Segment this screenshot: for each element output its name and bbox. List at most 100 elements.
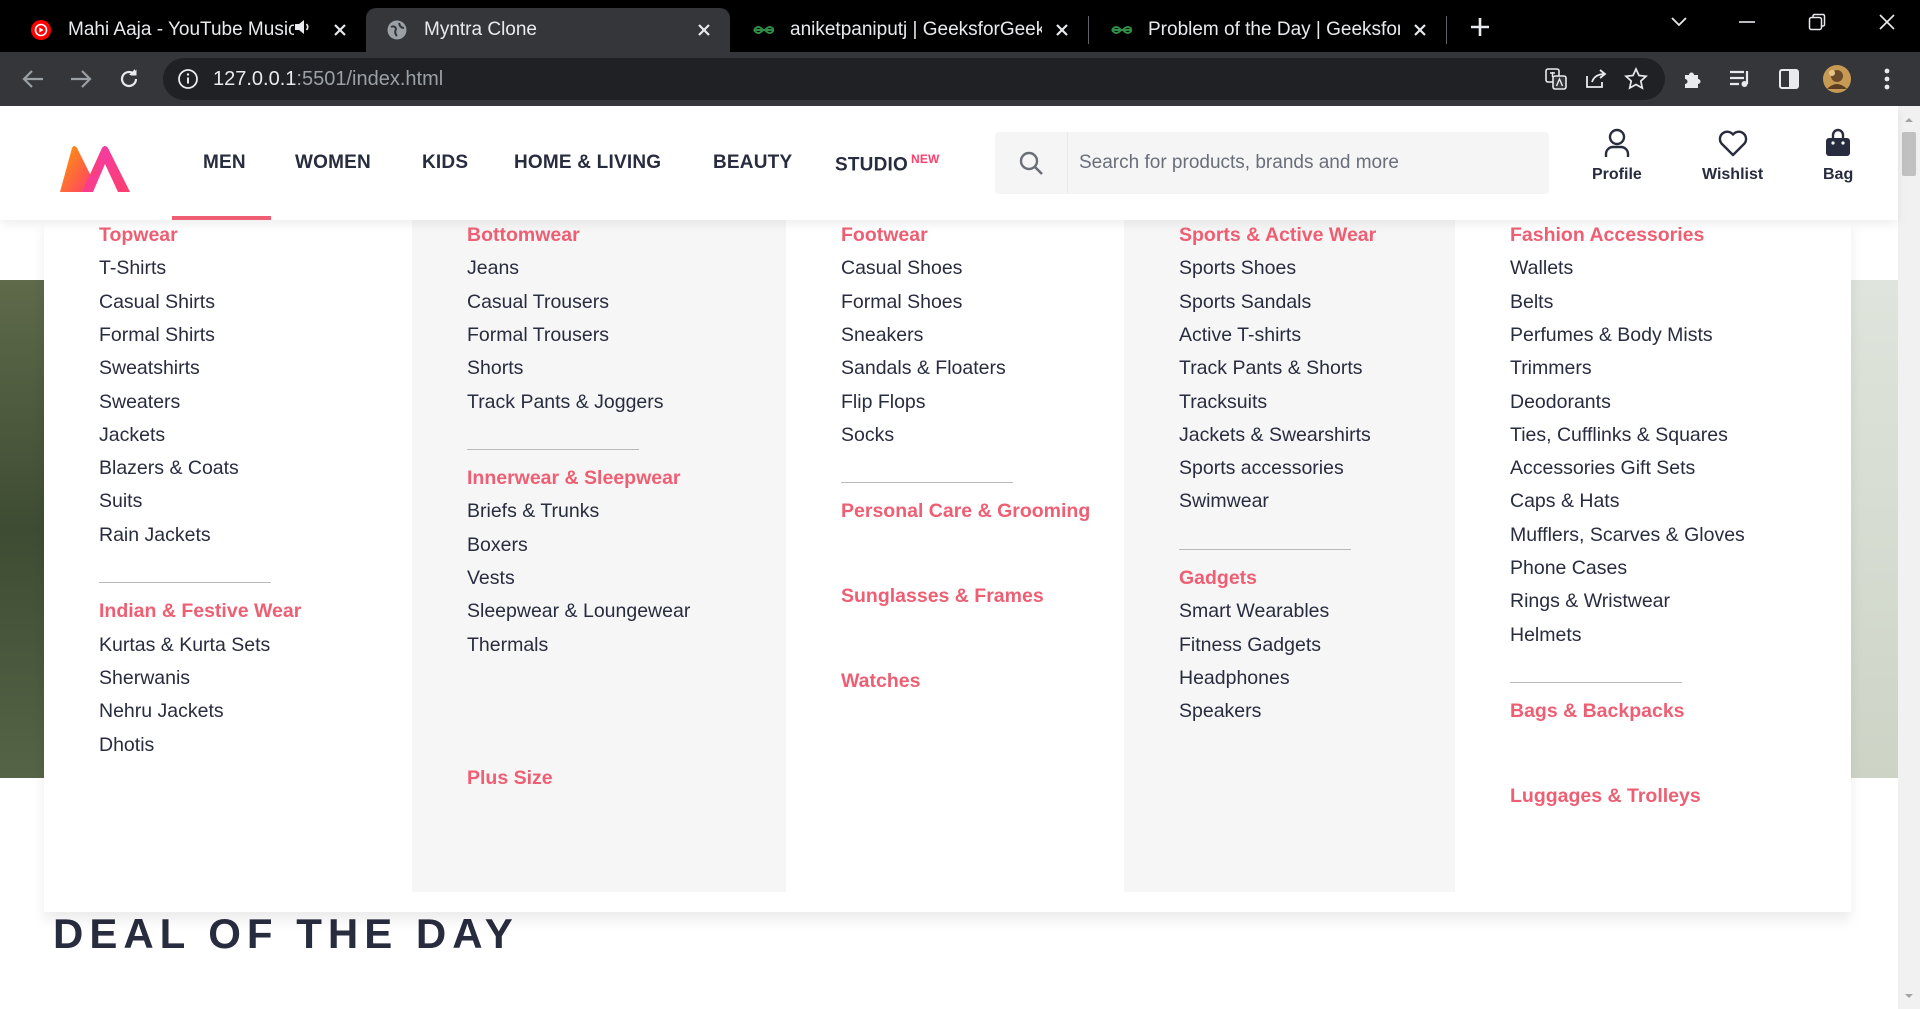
menu-item[interactable]: Trimmers: [1510, 357, 1592, 380]
menu-item[interactable]: Casual Trousers: [467, 291, 609, 314]
bookmark-star-icon[interactable]: [1621, 64, 1651, 94]
menu-item[interactable]: Sports Sandals: [1179, 291, 1311, 314]
address-bar[interactable]: 127.0.0.1:5501/index.html: [163, 58, 1665, 100]
menu-category-heading[interactable]: Footwear: [841, 224, 928, 247]
menu-item[interactable]: Track Pants & Shorts: [1179, 357, 1363, 380]
menu-item[interactable]: Casual Shirts: [99, 291, 215, 314]
search-bar[interactable]: Search for products, brands and more: [995, 132, 1549, 194]
menu-item[interactable]: Track Pants & Joggers: [467, 391, 664, 414]
menu-item[interactable]: Formal Shoes: [841, 291, 962, 314]
menu-item[interactable]: Briefs & Trunks: [467, 500, 599, 523]
reload-icon[interactable]: [112, 62, 146, 96]
menu-category-heading[interactable]: Sunglasses & Frames: [841, 585, 1044, 608]
browser-tab[interactable]: Mahi Aaja - YouTube Music: [10, 8, 366, 52]
menu-item[interactable]: T-Shirts: [99, 257, 166, 280]
search-input[interactable]: Search for products, brands and more: [1079, 152, 1399, 174]
menu-item[interactable]: Sneakers: [841, 324, 923, 347]
menu-item[interactable]: Sports accessories: [1179, 457, 1344, 480]
page-scrollbar[interactable]: [1898, 106, 1920, 1009]
menu-item[interactable]: Formal Trousers: [467, 324, 609, 347]
menu-item[interactable]: Sandals & Floaters: [841, 357, 1006, 380]
menu-category-heading[interactable]: Plus Size: [467, 767, 553, 790]
menu-item[interactable]: Shorts: [467, 357, 523, 380]
menu-category-heading[interactable]: Bags & Backpacks: [1510, 700, 1685, 723]
menu-item[interactable]: Sweaters: [99, 391, 180, 414]
menu-item[interactable]: Caps & Hats: [1510, 490, 1619, 513]
close-tab-icon[interactable]: [1050, 18, 1074, 42]
translate-icon[interactable]: [1541, 64, 1571, 94]
menu-item[interactable]: Socks: [841, 424, 894, 447]
menu-item[interactable]: Deodorants: [1510, 391, 1611, 414]
menu-category-heading[interactable]: Gadgets: [1179, 567, 1257, 590]
menu-item[interactable]: Dhotis: [99, 734, 154, 757]
back-arrow-icon[interactable]: [16, 62, 50, 96]
menu-item[interactable]: Sports Shoes: [1179, 257, 1296, 280]
menu-item[interactable]: Fitness Gadgets: [1179, 634, 1321, 657]
restore-icon[interactable]: [1790, 0, 1844, 44]
wishlist-button[interactable]: Wishlist: [1702, 128, 1763, 184]
menu-item[interactable]: Thermals: [467, 634, 548, 657]
menu-item[interactable]: Perfumes & Body Mists: [1510, 324, 1713, 347]
media-queue-icon[interactable]: [1726, 64, 1756, 94]
bag-button[interactable]: Bag: [1823, 128, 1853, 184]
menu-item[interactable]: Suits: [99, 490, 142, 513]
menu-category-heading[interactable]: Innerwear & Sleepwear: [467, 467, 681, 490]
profile-button[interactable]: Profile: [1592, 128, 1642, 184]
share-icon[interactable]: [1581, 64, 1611, 94]
menu-item[interactable]: Sleepwear & Loungewear: [467, 600, 690, 623]
menu-item[interactable]: Vests: [467, 567, 515, 590]
minimize-icon[interactable]: [1720, 0, 1774, 44]
menu-item[interactable]: Wallets: [1510, 257, 1573, 280]
menu-item[interactable]: Belts: [1510, 291, 1553, 314]
menu-item[interactable]: Active T-shirts: [1179, 324, 1301, 347]
menu-item[interactable]: Sweatshirts: [99, 357, 200, 380]
menu-category-heading[interactable]: Sports & Active Wear: [1179, 224, 1376, 247]
more-menu-icon[interactable]: [1872, 64, 1902, 94]
menu-item[interactable]: Helmets: [1510, 624, 1582, 647]
menu-item[interactable]: Phone Cases: [1510, 557, 1627, 580]
menu-item[interactable]: Ties, Cufflinks & Squares: [1510, 424, 1728, 447]
menu-item[interactable]: Casual Shoes: [841, 257, 962, 280]
browser-tab[interactable]: aniketpaniputj | GeeksforGeeks P: [732, 8, 1088, 52]
menu-item[interactable]: Formal Shirts: [99, 324, 215, 347]
scroll-down-arrow-icon[interactable]: [1898, 986, 1920, 1006]
close-tab-icon[interactable]: [1408, 18, 1432, 42]
scrollbar-thumb[interactable]: [1902, 132, 1916, 176]
menu-item[interactable]: Swimwear: [1179, 490, 1269, 513]
menu-item[interactable]: Jeans: [467, 257, 519, 280]
menu-item[interactable]: Accessories Gift Sets: [1510, 457, 1695, 480]
nav-men[interactable]: MEN: [203, 152, 246, 174]
menu-category-heading[interactable]: Personal Care & Grooming: [841, 500, 1090, 523]
new-tab-button[interactable]: [1465, 12, 1495, 42]
browser-tab-active[interactable]: Myntra Clone: [366, 8, 730, 52]
menu-item[interactable]: Smart Wearables: [1179, 600, 1329, 623]
scroll-up-arrow-icon[interactable]: [1898, 110, 1920, 130]
menu-item[interactable]: Sherwanis: [99, 667, 190, 690]
menu-category-heading[interactable]: Fashion Accessories: [1510, 224, 1704, 247]
menu-category-heading[interactable]: Topwear: [99, 224, 178, 247]
menu-item[interactable]: Jackets: [99, 424, 165, 447]
nav-kids[interactable]: KIDS: [422, 152, 468, 174]
menu-item[interactable]: Nehru Jackets: [99, 700, 224, 723]
nav-home-living[interactable]: HOME & LIVING: [514, 152, 661, 174]
menu-category-heading[interactable]: Luggages & Trolleys: [1510, 785, 1701, 808]
nav-studio[interactable]: STUDIO NEW: [835, 152, 940, 176]
menu-category-heading[interactable]: Bottomwear: [467, 224, 580, 247]
close-window-icon[interactable]: [1860, 0, 1914, 44]
search-icon[interactable]: [995, 132, 1068, 194]
menu-item[interactable]: Jackets & Swearshirts: [1179, 424, 1371, 447]
side-panel-icon[interactable]: [1774, 64, 1804, 94]
browser-tab[interactable]: Problem of the Day | GeeksforGe: [1090, 8, 1446, 52]
tab-search-chevron-icon[interactable]: [1652, 0, 1706, 44]
menu-item[interactable]: Rain Jackets: [99, 524, 211, 547]
site-info-icon[interactable]: [177, 68, 199, 95]
menu-category-heading[interactable]: Watches: [841, 670, 920, 693]
menu-item[interactable]: Kurtas & Kurta Sets: [99, 634, 270, 657]
close-tab-icon[interactable]: [692, 18, 716, 42]
menu-item[interactable]: Boxers: [467, 534, 528, 557]
menu-item[interactable]: Rings & Wristwear: [1510, 590, 1670, 613]
menu-item[interactable]: Flip Flops: [841, 391, 926, 414]
speaker-icon[interactable]: [294, 19, 312, 41]
close-tab-icon[interactable]: [328, 18, 352, 42]
extensions-puzzle-icon[interactable]: [1678, 64, 1708, 94]
